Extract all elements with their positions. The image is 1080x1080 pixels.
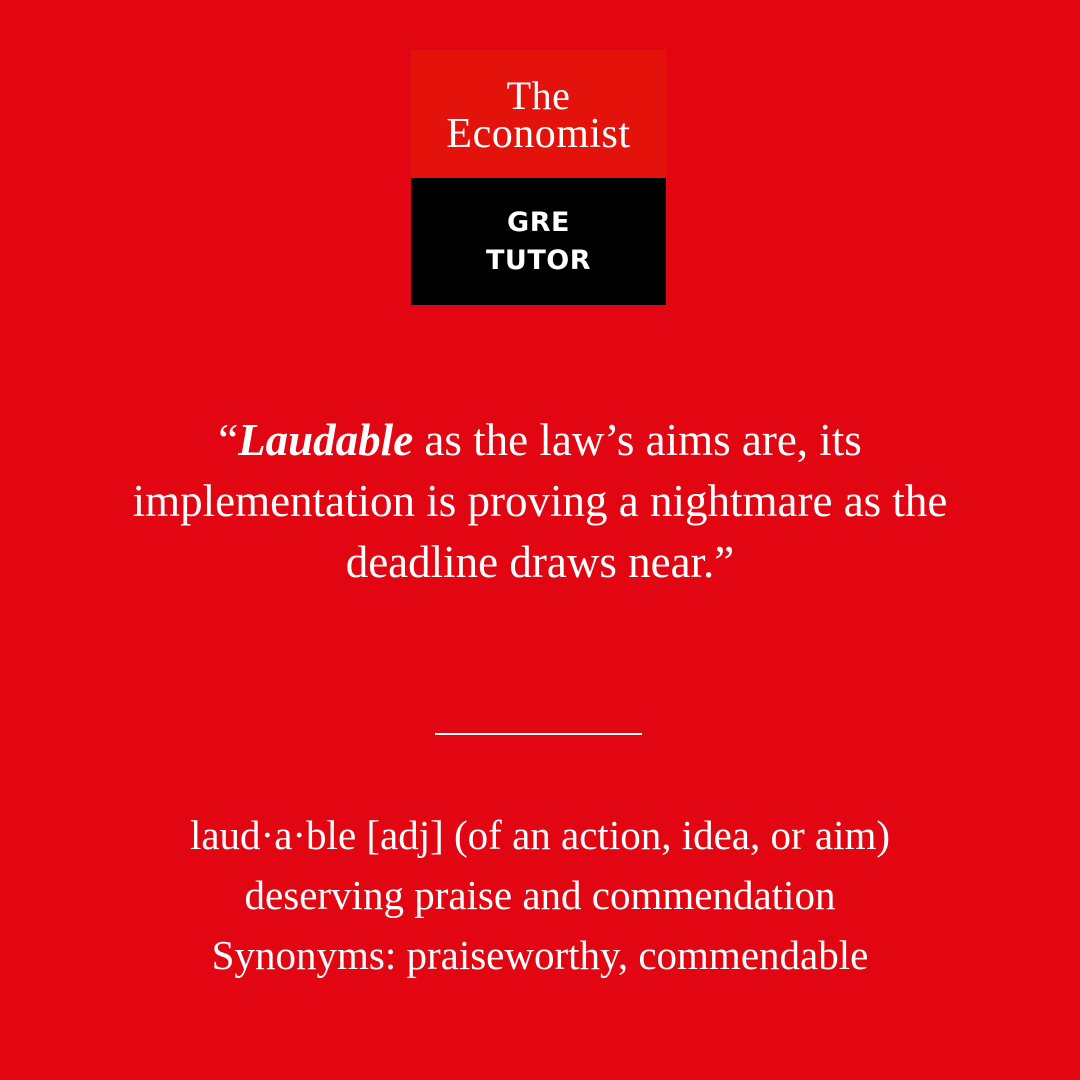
word-definition: laud·a·ble [adj] (of an action, idea, or… — [60, 805, 1020, 985]
wordmark-line-the: The — [506, 73, 571, 118]
economist-gre-tutor-logo: The Economist GRE TUTOR — [411, 50, 666, 305]
divider-rule — [435, 733, 642, 735]
wordmark-line-economist: Economist — [446, 111, 631, 157]
economist-wordmark: The Economist — [411, 50, 666, 178]
definition-synonyms-line: Synonyms: praiseworthy, commendable — [211, 932, 869, 978]
badge-line-gre: GRE — [507, 206, 570, 238]
quote-keyword: Laudable — [238, 415, 414, 465]
badge-line-tutor: TUTOR — [485, 244, 591, 276]
gre-tutor-badge: GRE TUTOR — [411, 178, 666, 305]
definition-headword-line: laud·a·ble [adj] (of an action, idea, or… — [189, 812, 891, 858]
definition-meaning-line: deserving praise and commendation — [244, 872, 836, 918]
example-quote: “Laudable as the law’s aims are, its imp… — [90, 410, 990, 593]
quote-open-mark: “ — [218, 415, 239, 465]
